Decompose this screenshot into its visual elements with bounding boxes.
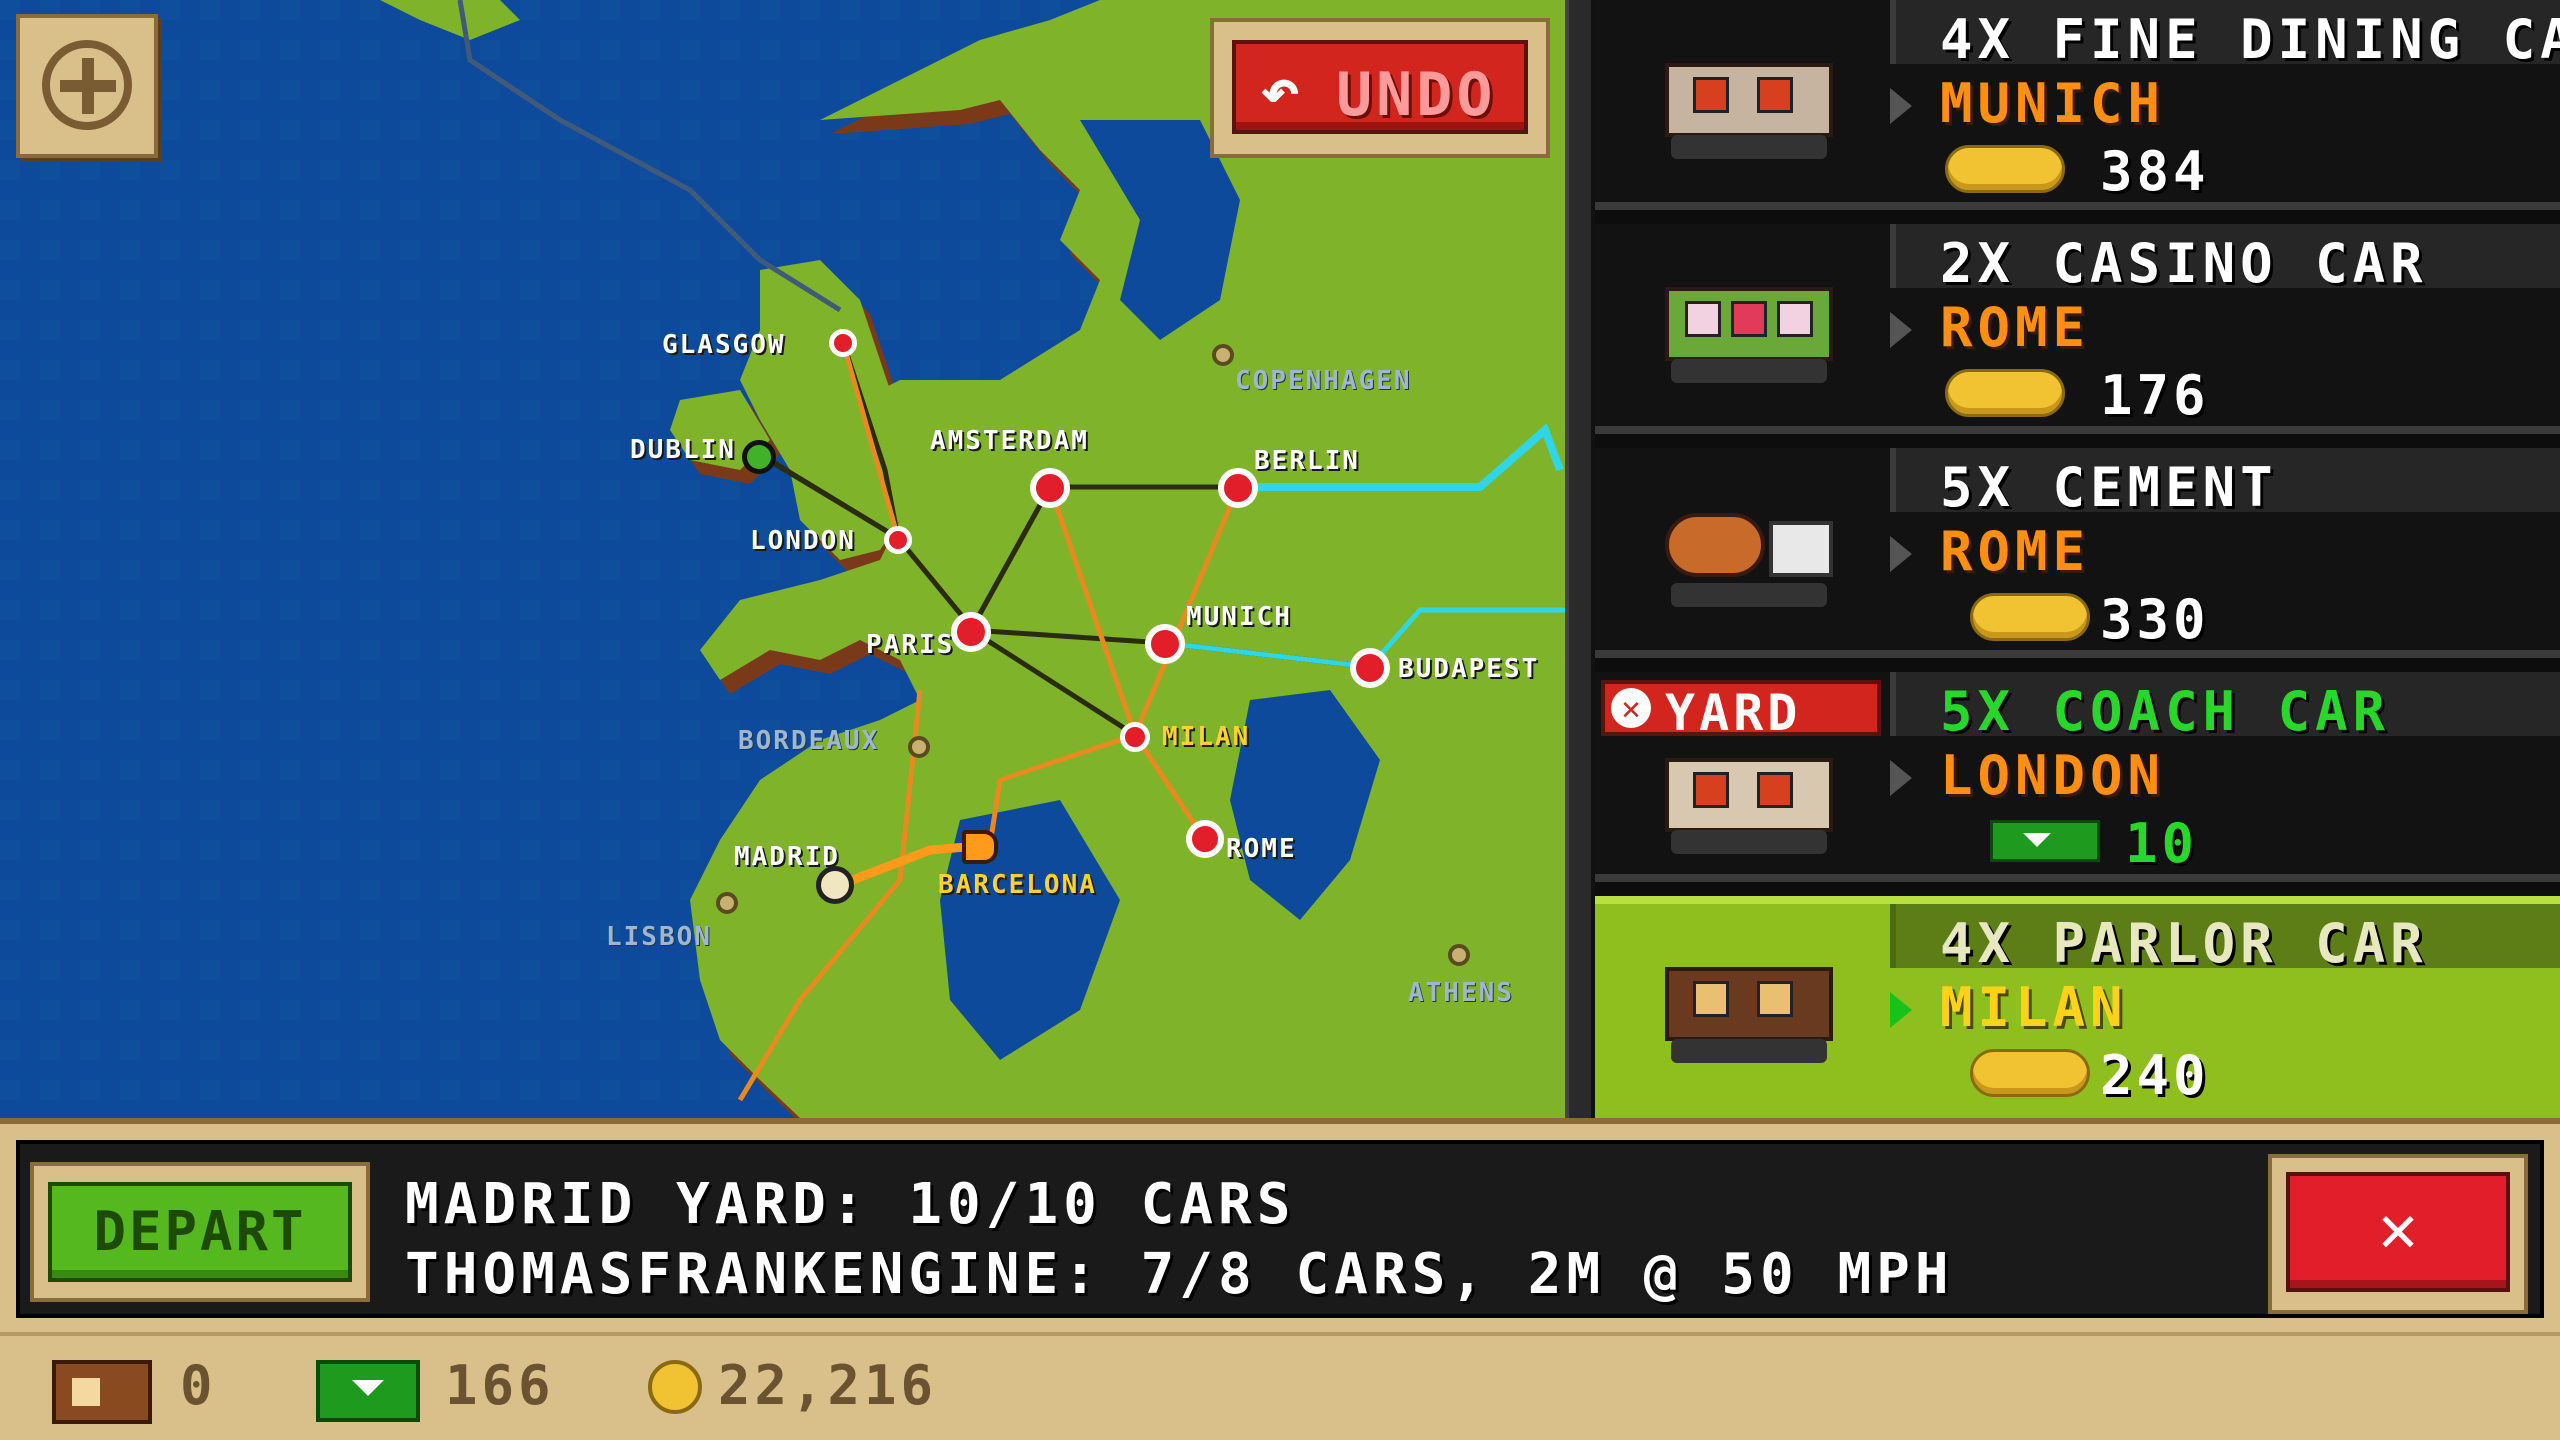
car-destination: ROME xyxy=(1940,520,2091,583)
dining-car-icon xyxy=(1665,55,1833,165)
city-label-copenhagen: COPENHAGEN xyxy=(1235,366,1412,396)
casino-car-icon xyxy=(1665,279,1833,389)
city-marker-glasgow[interactable] xyxy=(829,329,857,357)
cash-icon xyxy=(1990,820,2100,862)
city-marker-rome[interactable] xyxy=(1186,820,1224,858)
coach-car-icon xyxy=(1665,750,1833,854)
close-icon: ✕ xyxy=(2378,1190,2418,1267)
city-marker-milan[interactable] xyxy=(1120,722,1150,752)
train-engine-icon[interactable] xyxy=(962,830,998,864)
cash-count: 166 xyxy=(445,1354,555,1417)
depart-button[interactable]: DEPART xyxy=(30,1162,370,1302)
city-label-bordeaux: BORDEAUX xyxy=(738,726,880,756)
car-list-item[interactable]: ✕ YARD 5X COACH CAR LONDON 10 xyxy=(1595,672,2560,882)
city-label-dublin: DUBLIN xyxy=(630,435,736,465)
coin-icon xyxy=(1945,145,2065,193)
undo-label: UNDO xyxy=(1336,60,1497,130)
car-name: 4X FINE DINING CAR xyxy=(1940,8,2560,71)
close-button-face[interactable]: ✕ xyxy=(2286,1172,2510,1292)
car-value: 176 xyxy=(2100,364,2210,427)
play-icon xyxy=(1890,312,1912,348)
play-icon xyxy=(1890,88,1912,124)
car-value: 330 xyxy=(2100,588,2210,651)
coin-icon xyxy=(1945,369,2065,417)
car-name: 4X PARLOR CAR xyxy=(1940,912,2428,975)
car-destination: LONDON xyxy=(1940,744,2166,807)
cash-icon xyxy=(316,1360,420,1422)
city-marker-paris[interactable] xyxy=(951,612,991,652)
play-icon xyxy=(1890,536,1912,572)
car-name: 5X COACH CAR xyxy=(1940,680,2391,743)
car-destination: MUNICH xyxy=(1940,72,2166,135)
city-marker-munich[interactable] xyxy=(1145,624,1185,664)
coin-icon xyxy=(1970,1049,2090,1097)
crates-count: 0 xyxy=(180,1354,217,1417)
city-marker-copenhagen[interactable] xyxy=(1212,344,1234,366)
city-label-milan: MILAN xyxy=(1162,722,1251,752)
coins-count: 22,216 xyxy=(718,1354,938,1417)
city-label-glasgow: GLASGOW xyxy=(662,330,786,360)
city-marker-athens[interactable] xyxy=(1448,944,1470,966)
car-value: 240 xyxy=(2100,1044,2210,1107)
city-label-athens: ATHENS xyxy=(1408,978,1514,1008)
zoom-in-button[interactable] xyxy=(16,14,158,158)
car-name: 5X CEMENT xyxy=(1940,456,2278,519)
city-label-barcelona: BARCELONA xyxy=(938,870,1097,900)
car-list-item[interactable]: 5X CEMENT ROME 330 xyxy=(1595,448,2560,658)
car-value: 10 xyxy=(2125,812,2199,875)
parlor-car-icon xyxy=(1665,959,1833,1069)
car-value: 384 xyxy=(2100,140,2210,203)
city-marker-dublin[interactable] xyxy=(742,440,776,474)
map-view[interactable]: GLASGOW DUBLIN AMSTERDAM LONDON BERLIN C… xyxy=(0,0,1595,1118)
plus-icon-v xyxy=(82,58,94,114)
city-label-london: LONDON xyxy=(750,526,856,556)
city-label-lisbon: LISBON xyxy=(606,922,712,952)
undo-button[interactable]: ↶ UNDO xyxy=(1210,18,1550,158)
city-marker-lisbon[interactable] xyxy=(716,892,738,914)
coin-icon xyxy=(648,1360,702,1414)
depart-label: DEPART xyxy=(93,1200,307,1263)
panel-divider xyxy=(1565,0,1595,1118)
status-bar: 0 166 22,216 xyxy=(0,1332,2560,1440)
city-marker-amsterdam[interactable] xyxy=(1030,468,1070,508)
yard-label: YARD xyxy=(1665,684,1802,742)
undo-arrow-icon: ↶ xyxy=(1260,52,1300,129)
city-marker-london[interactable] xyxy=(884,526,912,554)
close-button[interactable]: ✕ xyxy=(2268,1154,2528,1314)
car-name: 2X CASINO CAR xyxy=(1940,232,2428,295)
city-label-rome: ROME xyxy=(1226,834,1297,864)
city-label-amsterdam: AMSTERDAM xyxy=(930,426,1089,456)
play-icon xyxy=(1890,992,1912,1028)
cement-car-icon xyxy=(1665,503,1833,613)
crate-icon xyxy=(52,1360,152,1424)
remove-icon: ✕ xyxy=(1611,688,1651,728)
yard-badge[interactable]: ✕ YARD xyxy=(1601,680,1881,742)
info-bar: DEPART MADRID YARD: 10/10 CARS THOMASFRA… xyxy=(0,1118,2560,1332)
car-list-item[interactable]: 2X CASINO CAR ROME 176 xyxy=(1595,224,2560,434)
coin-icon xyxy=(1970,593,2090,641)
city-marker-budapest[interactable] xyxy=(1350,648,1390,688)
city-label-madrid: MADRID xyxy=(734,842,840,872)
engine-status-text: THOMASFRANKENGINE: 7/8 CARS, 2M @ 50 MPH xyxy=(405,1242,1954,1307)
map-canvas[interactable] xyxy=(0,0,1595,1118)
play-icon xyxy=(1890,760,1912,796)
yard-capacity-text: MADRID YARD: 10/10 CARS xyxy=(405,1172,1296,1237)
city-marker-berlin[interactable] xyxy=(1218,468,1258,508)
city-label-budapest: BUDAPEST xyxy=(1398,654,1540,684)
city-label-munich: MUNICH xyxy=(1186,602,1292,632)
city-label-berlin: BERLIN xyxy=(1254,446,1360,476)
city-marker-bordeaux[interactable] xyxy=(908,736,930,758)
car-destination: ROME xyxy=(1940,296,2091,359)
depart-button-face[interactable]: DEPART xyxy=(48,1182,352,1282)
city-label-paris: PARIS xyxy=(866,630,955,660)
car-destination: MILAN xyxy=(1940,976,2128,1039)
car-list-item[interactable]: 4X FINE DINING CAR MUNICH 384 xyxy=(1595,0,2560,210)
car-list-item-selected[interactable]: 4X PARLOR CAR MILAN 240 xyxy=(1595,896,2560,1118)
undo-button-face[interactable]: ↶ UNDO xyxy=(1232,40,1528,134)
cars-list[interactable]: 4X FINE DINING CAR MUNICH 384 2X CASINO … xyxy=(1595,0,2560,1118)
